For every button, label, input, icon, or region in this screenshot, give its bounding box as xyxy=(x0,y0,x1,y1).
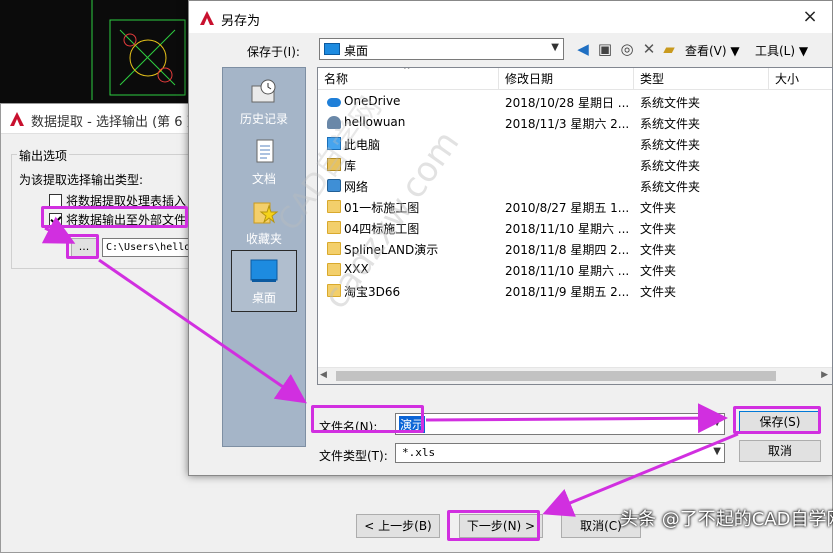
back-button[interactable]: < 上一步(B) xyxy=(356,514,440,538)
output-options-label: 输出选项 xyxy=(17,147,70,164)
chevron-down-icon[interactable]: ▼ xyxy=(713,417,721,428)
insert-table-checkbox[interactable] xyxy=(49,194,62,207)
folder-icon xyxy=(327,200,341,213)
file-date: 2018/11/10 星期六 ... xyxy=(505,222,630,236)
file-date: 2018/11/8 星期四 2... xyxy=(505,243,630,257)
file-type: 系统文件夹 xyxy=(640,159,701,173)
file-row[interactable]: XXX 2018/11/10 星期六 ... 文件夹 xyxy=(318,260,832,281)
delete-icon[interactable]: ✕ xyxy=(639,39,659,59)
new-folder-icon[interactable]: ▰ xyxy=(659,39,679,59)
file-date: 2018/11/9 星期五 2... xyxy=(505,285,630,299)
file-date: 2018/11/10 星期六 ... xyxy=(505,264,630,278)
history-icon xyxy=(251,79,276,103)
back-arrow-icon[interactable]: ◀ xyxy=(573,39,593,59)
file-date: 2010/8/27 星期五 1... xyxy=(505,201,630,215)
scrollbar-thumb[interactable] xyxy=(336,371,776,381)
wizard-title: 数据提取 - 选择输出 (第 6 页, xyxy=(31,115,204,130)
file-row[interactable]: hellowuan 2018/11/3 星期六 2... 系统文件夹 xyxy=(318,113,832,134)
file-type: 文件夹 xyxy=(640,222,677,236)
file-type: 系统文件夹 xyxy=(640,96,701,110)
save-button[interactable]: 保存(S) xyxy=(739,411,821,433)
save-as-dialog: 另存为 × 保存于(I): 桌面 ▼ ◀ ▣ ◎ ✕ ▰ 查看(V) ▼ 工具(… xyxy=(188,0,833,476)
view-menu[interactable]: 查看(V) ▼ xyxy=(685,42,740,59)
document-icon xyxy=(256,139,274,163)
desktop-icon xyxy=(324,43,340,55)
file-type: 系统文件夹 xyxy=(640,180,701,194)
folder-icon xyxy=(327,242,341,255)
horizontal-scrollbar[interactable]: ◀ ▶ xyxy=(318,367,832,384)
file-type: 系统文件夹 xyxy=(640,138,701,152)
output-external-file-option[interactable]: 将数据输出至外部文件 xyxy=(49,211,186,227)
file-type: 文件夹 xyxy=(640,243,677,257)
folder-icon xyxy=(327,221,341,234)
view-menu-label: 查看(V) xyxy=(685,44,727,58)
save-as-title: 另存为 xyxy=(221,14,261,29)
file-type: 文件夹 xyxy=(640,285,677,299)
autocad-logo-icon xyxy=(200,11,214,25)
toutiao-watermark: 头条 @了不起的CAD自学网 xyxy=(620,509,833,530)
file-type-label: 文件类型(T): xyxy=(319,449,388,463)
cancel-button[interactable]: 取消 xyxy=(739,440,821,462)
file-list-header: 名称 ^ 修改日期 类型 大小 xyxy=(318,68,832,90)
place-desktop[interactable]: 桌面 xyxy=(231,250,297,312)
tools-menu-label: 工具(L) xyxy=(755,44,796,58)
save-in-value: 桌面 xyxy=(344,44,369,58)
output-type-prompt: 为该提取选择输出类型: xyxy=(19,173,144,187)
file-name-input[interactable]: 演示 ▼ xyxy=(395,413,725,435)
places-bar: 历史记录 文档 收藏夹 桌面 xyxy=(222,67,306,447)
column-header-type[interactable]: 类型 xyxy=(634,68,769,90)
save-in-label: 保存于(I): xyxy=(247,45,300,59)
chevron-down-icon: ▼ xyxy=(730,44,740,58)
file-type: 文件夹 xyxy=(640,201,677,215)
file-type-dropdown[interactable]: *.xls ▼ xyxy=(395,443,725,463)
output-path-input[interactable]: C:\Users\hello xyxy=(102,238,202,257)
desktop-icon xyxy=(250,259,278,282)
save-as-titlebar: 另存为 × xyxy=(189,1,832,33)
output-external-file-checkbox[interactable] xyxy=(49,213,62,226)
sort-caret-icon: ^ xyxy=(403,67,411,76)
scroll-right-icon[interactable]: ▶ xyxy=(821,370,828,380)
file-name-value: 演示 xyxy=(399,416,426,433)
file-name-label: 文件名(N): xyxy=(319,420,378,434)
chevron-down-icon: ▼ xyxy=(798,44,809,58)
place-history[interactable]: 历史记录 xyxy=(223,72,305,134)
file-date: 2018/11/3 星期六 2... xyxy=(505,117,630,131)
scroll-left-icon[interactable]: ◀ xyxy=(320,370,327,380)
tools-menu[interactable]: 工具(L) ▼ xyxy=(755,42,808,59)
close-button[interactable]: × xyxy=(798,6,822,28)
file-row[interactable]: OneDrive 2018/10/28 星期日 ... 系统文件夹 xyxy=(318,92,832,113)
file-type-value: *.xls xyxy=(402,446,436,459)
autocad-logo-icon xyxy=(10,112,24,126)
chevron-down-icon: ▼ xyxy=(713,446,721,457)
place-desktop-label: 桌面 xyxy=(251,291,276,305)
file-type: 系统文件夹 xyxy=(640,117,701,131)
search-web-icon[interactable]: ◎ xyxy=(617,39,637,59)
file-row[interactable]: 此电脑 系统文件夹 xyxy=(318,134,832,155)
file-type: 文件夹 xyxy=(640,264,677,278)
insert-table-label: 将数据提取处理表插入 xyxy=(66,194,187,208)
up-folder-icon[interactable]: ▣ xyxy=(595,39,615,59)
column-header-size[interactable]: 大小 xyxy=(769,68,832,90)
chevron-down-icon: ▼ xyxy=(551,42,559,53)
column-header-date[interactable]: 修改日期 xyxy=(499,68,634,90)
file-date: 2018/10/28 星期日 ... xyxy=(505,96,630,110)
browse-button[interactable]: ... xyxy=(71,238,97,257)
insert-table-option[interactable]: 将数据提取处理表插入 xyxy=(49,192,186,208)
place-history-label: 历史记录 xyxy=(239,112,288,126)
file-row[interactable]: 淘宝3D66 2018/11/9 星期五 2... 文件夹 xyxy=(318,281,832,302)
output-external-file-label: 将数据输出至外部文件 xyxy=(66,213,187,227)
file-row[interactable]: 库 系统文件夹 xyxy=(318,155,832,176)
save-in-dropdown[interactable]: 桌面 ▼ xyxy=(319,38,564,60)
next-button[interactable]: 下一步(N) > xyxy=(459,514,543,538)
